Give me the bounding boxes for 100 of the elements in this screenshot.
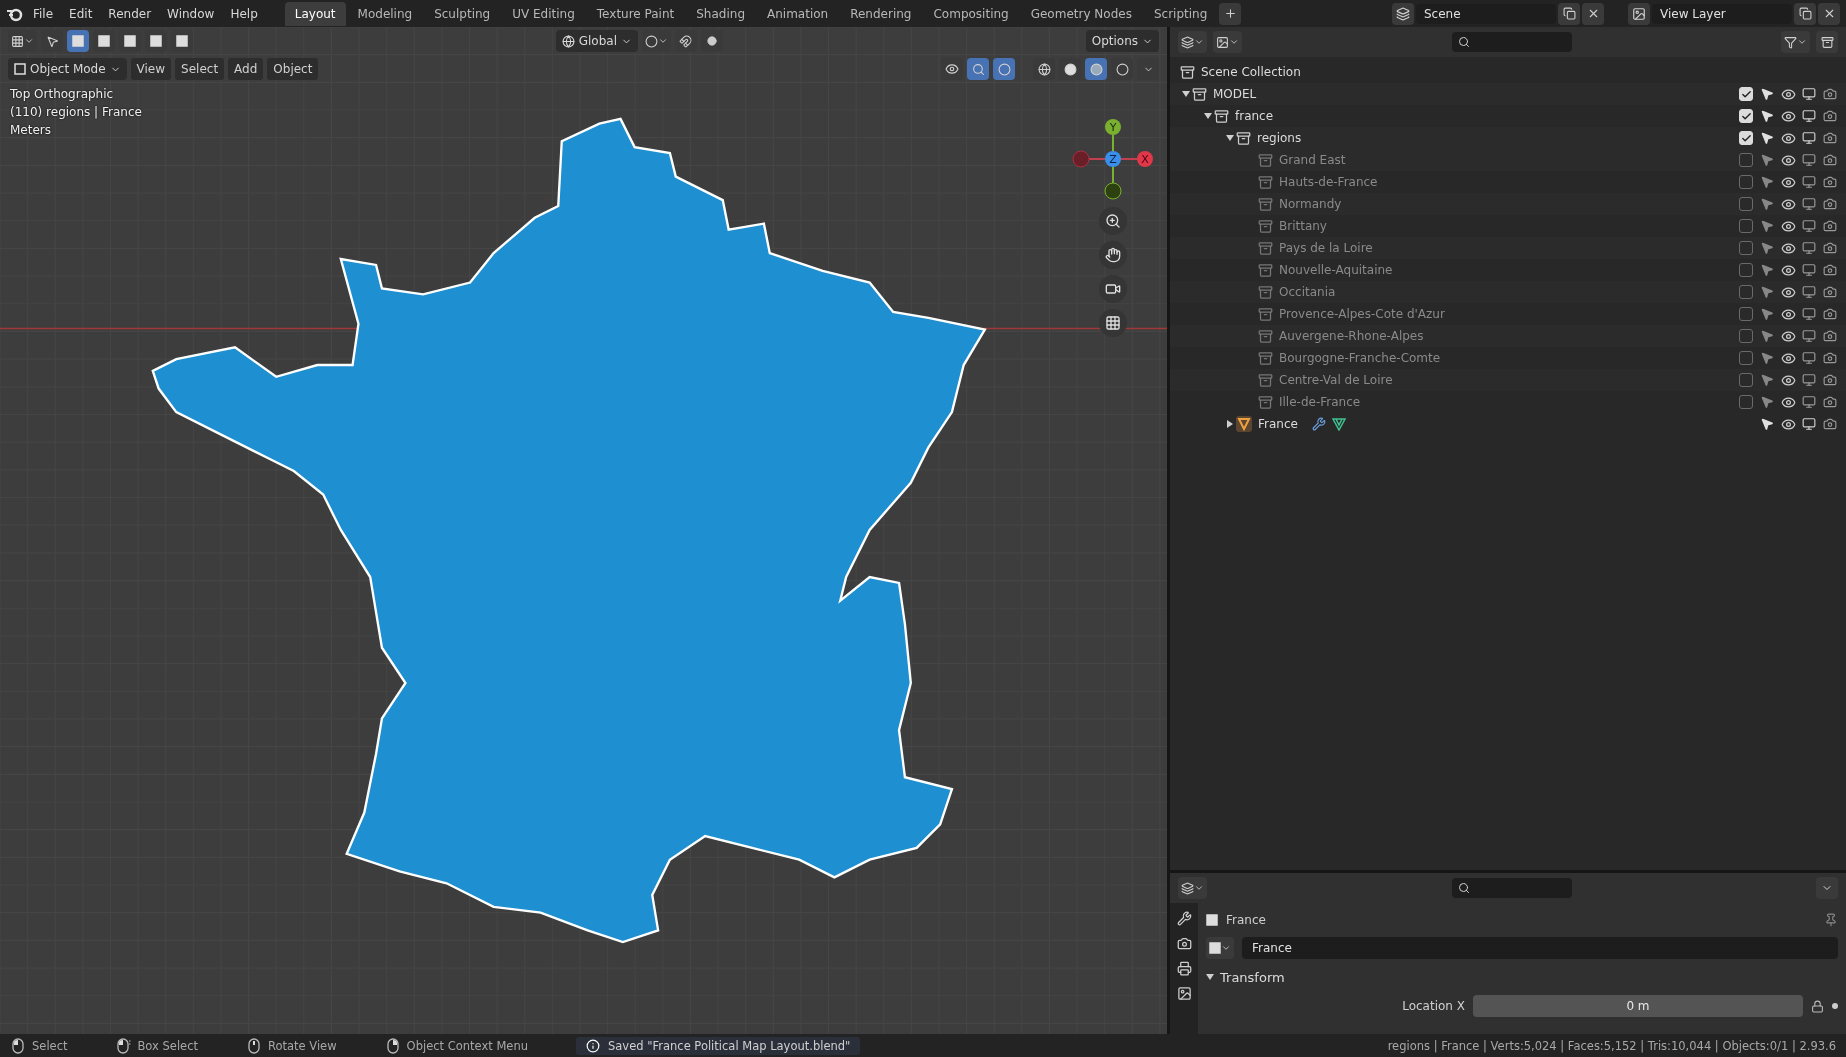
axis-handle[interactable] [1072, 150, 1090, 168]
exclude-checkbox[interactable] [1739, 241, 1753, 255]
axis-handle[interactable] [1104, 182, 1122, 200]
outliner-item[interactable]: France [1258, 417, 1298, 431]
workspace-tab[interactable]: Sculpting [424, 1, 501, 26]
close-scene-button[interactable] [1582, 2, 1604, 25]
outliner-item[interactable]: Hauts-de-France [1279, 175, 1378, 189]
workspace-tab[interactable]: Shading [686, 1, 755, 26]
outliner-item[interactable]: Scene Collection [1201, 65, 1301, 79]
expand-toggle[interactable] [1226, 420, 1234, 428]
search-field[interactable] [1451, 32, 1572, 52]
workspace-tab[interactable]: Scripting [1143, 1, 1218, 26]
workspace-tab[interactable]: Animation [757, 1, 839, 26]
outliner-item[interactable]: Pays de la Loire [1279, 241, 1373, 255]
orientation-dropdown[interactable]: Global [555, 30, 638, 52]
search-field[interactable] [1451, 878, 1572, 898]
outliner-item[interactable]: Normandy [1279, 197, 1342, 211]
menu-item[interactable]: Window [160, 3, 222, 24]
viewport-menu[interactable]: Add [228, 58, 264, 80]
viewport-menu[interactable]: Select [175, 58, 225, 80]
axis-handle[interactable]: Z [1105, 151, 1121, 167]
exclude-checkbox[interactable] [1739, 263, 1753, 277]
menu-item[interactable]: Render [101, 3, 159, 24]
camera-view-button[interactable] [1099, 275, 1127, 303]
overlay-toggle-button[interactable] [993, 58, 1015, 80]
expand-toggle[interactable] [1226, 134, 1234, 142]
copy-scene-button[interactable] [1558, 2, 1580, 25]
outliner-item[interactable]: Ille-de-France [1279, 395, 1361, 409]
outliner-item[interactable]: Centre-Val de Loire [1279, 373, 1393, 387]
grid-view-button[interactable] [1099, 309, 1127, 337]
exclude-checkbox[interactable] [1739, 219, 1753, 233]
workspace-tab[interactable]: UV Editing [502, 1, 585, 26]
exclude-checkbox[interactable] [1739, 175, 1753, 189]
panel-header[interactable]: Transform [1206, 965, 1285, 989]
zoom-button[interactable] [1099, 207, 1127, 235]
outliner-item[interactable]: Provence-Alpes-Cote d'Azur [1279, 307, 1445, 321]
outliner-item[interactable]: regions [1257, 131, 1302, 145]
eye-icon [1780, 218, 1796, 234]
shading-mode-button[interactable] [1085, 58, 1107, 80]
expand-toggle[interactable] [1182, 90, 1190, 98]
selection-mode-button[interactable] [171, 30, 193, 52]
pan-button[interactable] [1099, 241, 1127, 269]
menu-item[interactable]: Help [223, 3, 265, 24]
copy-view-layer-button[interactable] [1794, 2, 1816, 25]
outliner-item[interactable]: Auvergene-Rhone-Alpes [1279, 329, 1424, 343]
scene-browse-button[interactable] [1392, 2, 1414, 25]
viewport-menu[interactable]: Object [267, 58, 319, 80]
filter-button[interactable] [1781, 31, 1810, 53]
camera-icon [1823, 131, 1837, 145]
workspace-tab[interactable]: Texture Paint [586, 1, 685, 26]
workspace-tab[interactable]: Geometry Nodes [1020, 1, 1142, 26]
menu-item[interactable]: Edit [62, 3, 100, 24]
workspace-tab[interactable]: Compositing [923, 1, 1019, 26]
exclude-checkbox[interactable] [1739, 329, 1753, 343]
exclude-checkbox[interactable] [1739, 351, 1753, 365]
outliner-item[interactable]: Bourgogne-Franche-Comte [1279, 351, 1441, 365]
outliner-item[interactable]: Nouvelle-Aquitaine [1279, 263, 1393, 277]
exclude-checkbox[interactable] [1739, 285, 1753, 299]
object-browse-button[interactable] [1206, 937, 1234, 959]
exclude-checkbox[interactable] [1739, 373, 1753, 387]
selection-mode-button[interactable] [67, 30, 89, 52]
expand-toggle[interactable] [1204, 112, 1212, 120]
workspace-tab[interactable]: Modeling [347, 1, 423, 26]
gizmo-toggle-button[interactable] [967, 58, 989, 80]
exclude-checkbox[interactable] [1739, 395, 1753, 409]
close-view-layer-button[interactable] [1818, 2, 1840, 25]
outliner-item[interactable]: france [1235, 109, 1274, 123]
scene-field[interactable]: Scene [1416, 3, 1556, 24]
axis-handle[interactable]: Y [1105, 119, 1121, 135]
outliner-item[interactable]: Grand East [1279, 153, 1346, 167]
grid-icon [11, 34, 24, 48]
exclude-checkbox[interactable] [1739, 153, 1753, 167]
outliner-item[interactable]: Brittany [1279, 219, 1327, 233]
new-collection-button[interactable] [1816, 31, 1838, 53]
axis-handle[interactable]: X [1137, 151, 1153, 167]
options-button[interactable] [1816, 877, 1838, 899]
exclude-checkbox[interactable] [1739, 197, 1753, 211]
view-layer-field[interactable]: View Layer [1652, 3, 1792, 24]
object-name-field[interactable]: France [1242, 937, 1838, 959]
mode-dropdown[interactable]: Object Mode [8, 58, 127, 80]
exclude-checkbox[interactable] [1739, 307, 1753, 321]
outliner-item[interactable]: MODEL [1213, 87, 1257, 101]
mesh-data-icon [1331, 417, 1346, 431]
copy-icon [1798, 7, 1812, 20]
viewport-menu[interactable]: View [130, 58, 172, 80]
add-workspace-button[interactable] [1219, 2, 1242, 25]
menu-item[interactable]: File [26, 3, 61, 24]
camera-icon [1823, 175, 1837, 189]
view-layer-browse-button[interactable] [1628, 2, 1650, 25]
options-dropdown[interactable]: Options [1085, 30, 1159, 52]
workspace-tab[interactable]: Rendering [840, 1, 922, 26]
outliner-item[interactable]: Occitania [1279, 285, 1336, 299]
visibility-button[interactable] [941, 58, 963, 80]
editor-type-button[interactable] [1178, 877, 1207, 899]
display-mode-button[interactable] [1213, 31, 1242, 53]
camera-icon [1823, 395, 1837, 409]
workspace-tab[interactable]: Layout [284, 1, 346, 26]
editor-type-button[interactable] [1178, 31, 1207, 53]
number-field[interactable]: 0 m [1473, 995, 1803, 1017]
zoom-icon [1105, 213, 1121, 229]
